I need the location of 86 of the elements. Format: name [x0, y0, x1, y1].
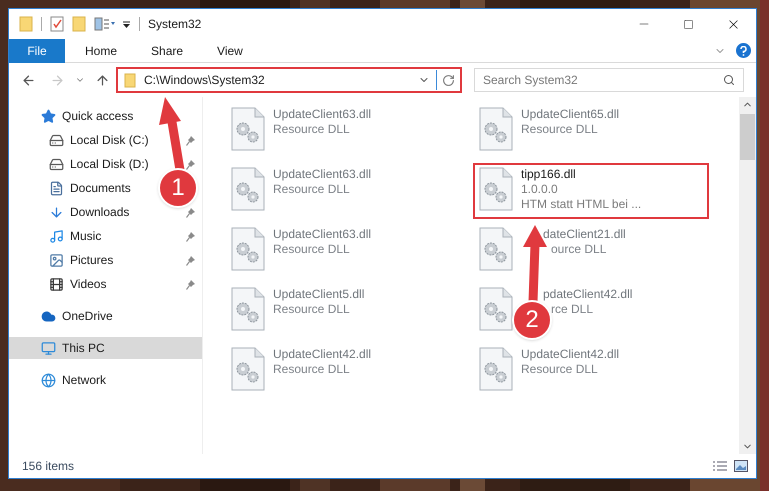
file-type: Resource DLL: [273, 122, 351, 137]
file-name: tipp166.dll: [521, 167, 577, 182]
scrollbar-thumb[interactable]: [740, 114, 755, 160]
nav-item[interactable]: Local Disk (C:): [49, 131, 149, 149]
help-icon[interactable]: [736, 43, 751, 58]
maximize-icon[interactable]: [683, 18, 694, 30]
picture-icon: [49, 252, 64, 268]
file-type: Resource DLL: [273, 302, 351, 317]
back-icon[interactable]: [21, 72, 36, 88]
search-field[interactable]: Search System32: [474, 68, 744, 92]
monitor-icon: [41, 340, 56, 356]
file-description: HTM statt HTML bei ...: [521, 197, 642, 212]
pin-icon[interactable]: [186, 158, 196, 170]
nav-item[interactable]: Network: [9, 369, 202, 391]
folder-icon: [19, 16, 33, 32]
pin-icon[interactable]: [186, 230, 196, 242]
details-view-icon[interactable]: [712, 460, 728, 472]
file-type: Resource DLL: [521, 362, 599, 377]
file-type: ource DLL: [550, 242, 608, 257]
file-tile[interactable]: tipp166.dll 1.0.0.0 HTM statt HTML bei ...: [473, 163, 709, 219]
file-type: Resource DLL: [521, 122, 599, 137]
folder-icon: [72, 16, 86, 32]
search-input[interactable]: Search System32: [483, 71, 723, 89]
nav-item[interactable]: Music: [49, 227, 102, 245]
network-icon: [41, 372, 56, 388]
document-icon: [49, 180, 64, 196]
file-name: UpdateClient42.dll: [273, 347, 372, 362]
gear-file-icon: [231, 167, 265, 211]
gear-file-icon: [479, 227, 513, 271]
refresh-icon[interactable]: [442, 74, 455, 86]
pin-icon[interactable]: [186, 206, 196, 218]
file-type: Resource DLL: [273, 242, 351, 257]
pin-icon[interactable]: [186, 134, 196, 146]
properties-icon: [94, 17, 116, 31]
nav-item[interactable]: Videos: [49, 275, 106, 293]
pin-icon[interactable]: [186, 254, 196, 266]
gear-file-icon: [479, 167, 513, 211]
dropdown-icon[interactable]: [122, 20, 131, 28]
file-name: UpdateClient65.dll: [521, 107, 620, 122]
up-icon[interactable]: [95, 72, 110, 88]
nav-item[interactable]: OneDrive: [9, 305, 202, 327]
music-note-icon: [49, 228, 64, 244]
film-icon: [49, 276, 64, 292]
gear-file-icon: [231, 227, 265, 271]
nav-item[interactable]: Quick access: [9, 105, 202, 127]
gear-file-icon: [231, 287, 265, 331]
file-name: UpdateClient63.dll: [273, 167, 372, 182]
file-name: dateClient21.dll: [543, 227, 626, 242]
gear-file-icon: [479, 287, 513, 331]
gear-file-icon: [479, 107, 513, 151]
ribbon-tab[interactable]: Share: [137, 38, 198, 62]
folder-icon: [124, 72, 136, 88]
gear-file-icon: [231, 107, 265, 151]
gear-file-icon: [479, 347, 513, 391]
file-version: 1.0.0.0: [521, 182, 559, 197]
address-path: C:\Windows\System32: [144, 72, 266, 89]
cloud-icon: [41, 308, 56, 324]
address-field[interactable]: C:\Windows\System32: [116, 67, 462, 93]
file-type: rce DLL: [550, 302, 594, 317]
nav-item[interactable]: This PC: [9, 337, 202, 359]
file-name: UpdateClient42.dll: [521, 347, 620, 362]
ribbon-tab[interactable]: View: [203, 38, 257, 62]
file-name: UpdateClient5.dll: [273, 287, 364, 302]
search-icon[interactable]: [723, 74, 735, 86]
nav-item[interactable]: Local Disk (D:): [49, 155, 149, 173]
pin-icon[interactable]: [186, 278, 196, 290]
file-name: UpdateClient63.dll: [273, 227, 372, 242]
drive-icon: [49, 132, 64, 148]
ribbon-tab[interactable]: File: [9, 38, 65, 62]
item-count: 156 items: [22, 458, 74, 475]
checklist-icon: [50, 16, 64, 32]
download-icon: [49, 204, 64, 220]
gear-file-icon: [231, 347, 265, 391]
drive-icon: [49, 156, 64, 172]
nav-item[interactable]: Pictures: [49, 251, 114, 269]
large-icons-view-icon[interactable]: [734, 460, 748, 472]
ribbon-tab[interactable]: Home: [71, 38, 132, 62]
scrollbar[interactable]: [739, 97, 756, 454]
file-type: Resource DLL: [273, 362, 351, 377]
star-icon: [41, 108, 56, 124]
window-title: System32: [148, 16, 202, 33]
file-name: pdateClient42.dll: [543, 287, 632, 302]
nav-item[interactable]: Documents: [49, 179, 131, 197]
file-name: UpdateClient63.dll: [273, 107, 372, 122]
nav-item[interactable]: Downloads: [49, 203, 130, 221]
file-type: Resource DLL: [273, 182, 351, 197]
